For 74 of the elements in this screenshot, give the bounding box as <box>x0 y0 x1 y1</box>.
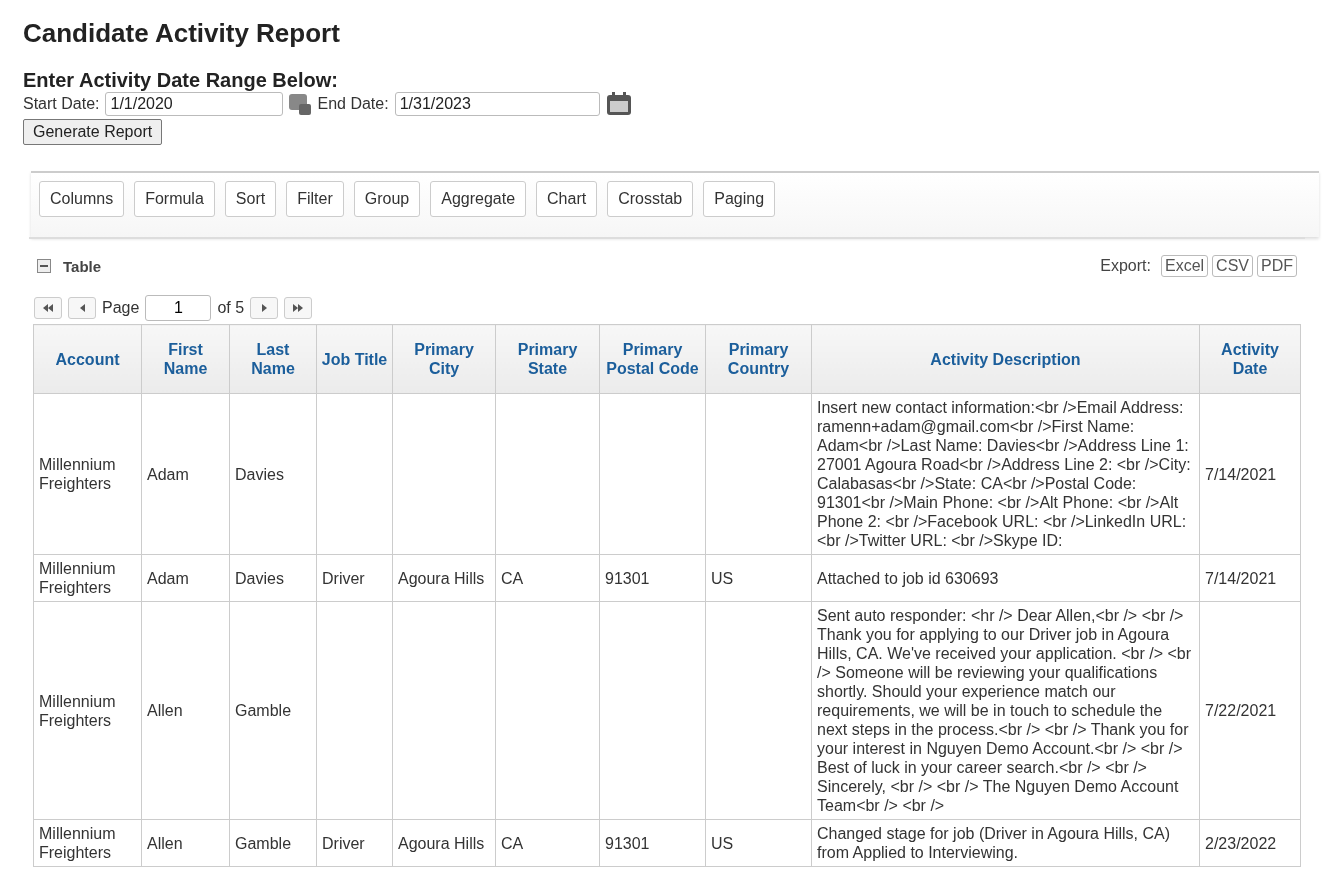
table-cell: 7/22/2021 <box>1199 601 1301 820</box>
column-header[interactable]: First Name <box>141 324 230 394</box>
page-field[interactable]: 1 <box>145 295 212 321</box>
table-cell: 91301 <box>599 819 706 867</box>
previous-page-button[interactable] <box>68 297 96 319</box>
column-header[interactable]: Last Name <box>229 324 317 394</box>
field-label: Start Date: <box>23 95 100 113</box>
table-cell: Allen <box>141 601 230 820</box>
table-cell: Agoura Hills <box>392 554 496 602</box>
column-header[interactable]: Primary State <box>495 324 600 394</box>
column-header[interactable]: Job Title <box>316 324 393 394</box>
table-cell: Millennium Freighters <box>33 393 142 555</box>
next-page-button[interactable] <box>250 297 279 319</box>
column-header[interactable]: Primary City <box>392 324 496 394</box>
minus-icon <box>40 262 48 270</box>
table-cell: 7/14/2021 <box>1199 393 1301 555</box>
table-cell: Millennium Freighters <box>33 819 142 867</box>
last-page-button[interactable] <box>284 297 313 319</box>
page-title: Candidate Activity Report <box>23 18 341 49</box>
table-cell: Driver <box>316 819 393 867</box>
toolbar-button[interactable]: Sort <box>224 181 277 217</box>
table-cell: Allen <box>141 819 230 867</box>
page-label: Page <box>102 299 140 317</box>
table-cell: Sent auto responder: <hr /> Dear Allen,<br /> <br /> Thank you for applying to our Driver job in Agoura Hills, CA. We've received your application. <br /> <br /> Someone will be reviewing your qualifications shortly. Should your experience match our requirements, we will be in touch to schedule the next steps in the process.<br /> <br /> Thank you for your interest in Nguyen Demo Account.<br /> <br /> Best of luck in your career search.<br /> <br /> Sincerely, <br /> <br /> The Nguyen Demo Account Team<br /> <br /> <box>811 601 1200 820</box>
table-cell: 91301 <box>599 554 706 602</box>
table-cell: Davies <box>229 393 317 555</box>
table-cell: Attached to job id 630693 <box>811 554 1200 602</box>
left-arrow-icon <box>79 304 85 312</box>
toolbar-button[interactable]: Group <box>353 181 421 217</box>
toolbar-button[interactable]: Chart <box>536 181 598 217</box>
double-right-arrow-icon <box>293 304 304 312</box>
export-button[interactable]: PDF <box>1257 255 1297 277</box>
column-header[interactable]: Primary Country <box>705 324 812 394</box>
table-cell: Gamble <box>229 601 317 820</box>
table-cell: CA <box>495 819 600 867</box>
section-heading: Enter Activity Date Range Below: <box>23 69 339 92</box>
export-button[interactable]: CSV <box>1212 255 1253 277</box>
column-header[interactable]: Activity Description <box>811 324 1200 394</box>
toolbar-button[interactable]: Aggregate <box>430 181 527 217</box>
table-cell: Davies <box>229 554 317 602</box>
table-cell: Adam <box>141 554 230 602</box>
page-total: of 5 <box>217 299 245 317</box>
column-header[interactable]: Activity Date <box>1199 324 1301 394</box>
table-cell: 7/14/2021 <box>1199 554 1301 602</box>
date-field[interactable]: 1/31/2023 <box>394 92 600 116</box>
toolbar-button[interactable]: Crosstab <box>607 181 694 217</box>
double-left-arrow-icon <box>43 304 53 312</box>
table-cell: Changed stage for job (Driver in Agoura Hills, CA) from Applied to Interviewing. <box>811 819 1200 867</box>
table-cell: US <box>705 554 812 602</box>
table-cell: Millennium Freighters <box>33 601 142 820</box>
date-field[interactable]: 1/1/2020 <box>105 92 284 116</box>
column-header[interactable]: Account <box>33 324 142 394</box>
toolbar-button[interactable]: Formula <box>134 181 215 217</box>
field-label: End Date: <box>317 95 389 113</box>
toolbar-button[interactable]: Filter <box>286 181 344 217</box>
toolbar-button[interactable]: Columns <box>39 181 125 217</box>
table-cell: 2/23/2022 <box>1199 819 1301 867</box>
column-header[interactable]: Primary Postal Code <box>599 324 706 394</box>
table-cell: Driver <box>316 554 393 602</box>
section-title: Table <box>63 257 102 275</box>
table-cell: CA <box>495 554 600 602</box>
export-label: Export: <box>1100 257 1151 274</box>
table-cell: Agoura Hills <box>392 819 496 867</box>
first-page-button[interactable] <box>34 297 62 319</box>
export-button[interactable]: Excel <box>1160 255 1209 277</box>
right-arrow-icon <box>261 304 267 312</box>
table-cell: Gamble <box>229 819 317 867</box>
table-cell: Insert new contact information:<br />Email Address: ramenn+adam@gmail.com<br />First Name: Adam<br />Last Name: Davies<br />Address Line 1: 27001 Agoura Road<br />Address Line 2: <br />City: Calabasas<br />State: CA<br />Postal Code: 91301<br />Main Phone: <br />Alt Phone: <br />Alt Phone 2: <br />Facebook URL: <br />LinkedIn URL: <br />Twitter URL: <br />Skype ID: <box>811 393 1200 555</box>
collapse-button[interactable] <box>37 259 51 273</box>
table-cell: Adam <box>141 393 230 555</box>
generate-report-button[interactable]: Generate Report <box>23 119 163 145</box>
table-cell: US <box>705 819 812 867</box>
toolbar-button[interactable]: Paging <box>703 181 776 217</box>
table-cell: Millennium Freighters <box>33 554 142 602</box>
